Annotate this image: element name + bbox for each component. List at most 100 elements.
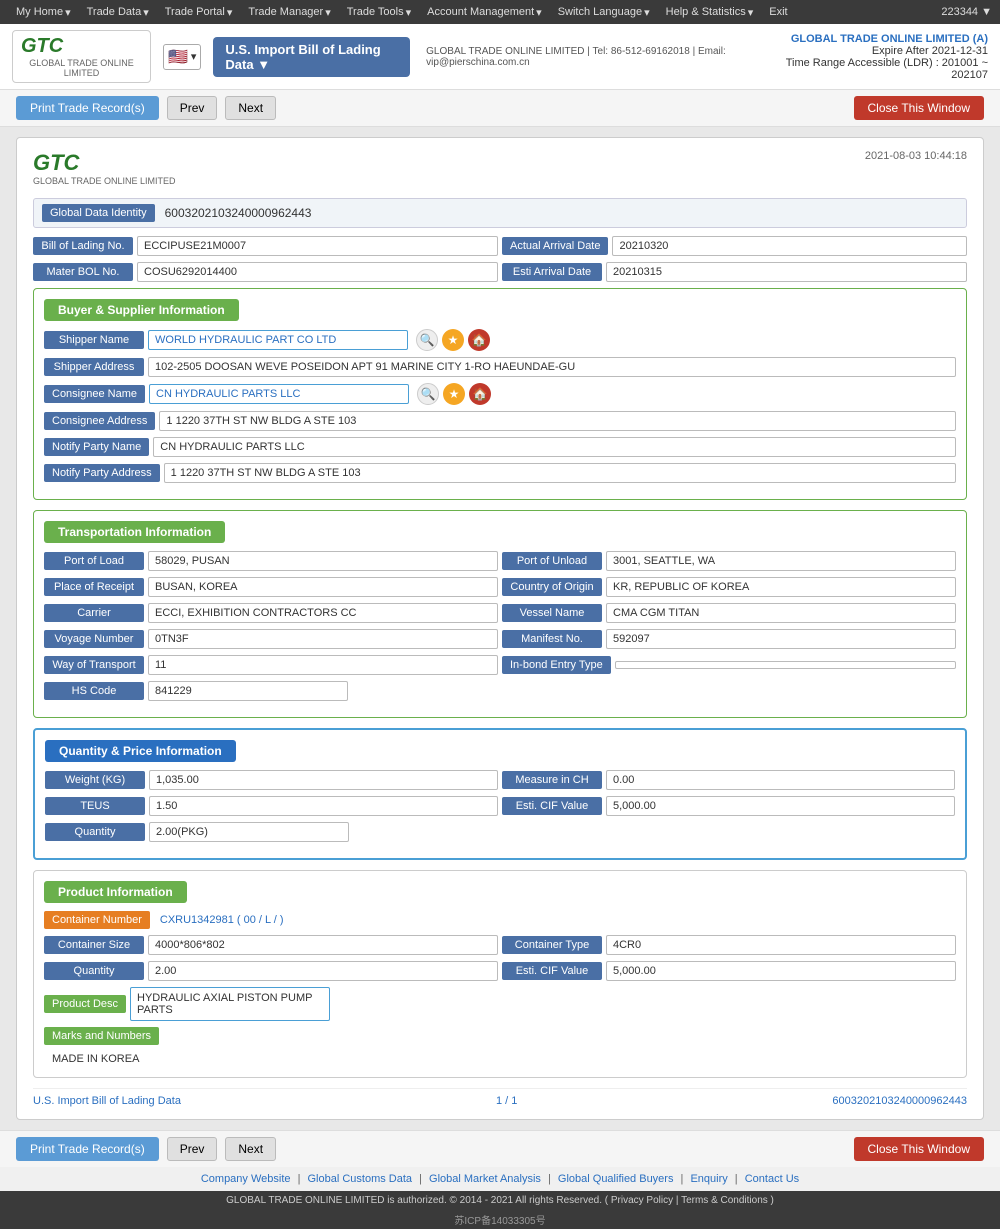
logo: GTC GLOBAL TRADE ONLINE LIMITED <box>21 35 142 78</box>
bottom-print-button[interactable]: Print Trade Record(s) <box>16 1137 159 1161</box>
quantity-price-header: Quantity & Price Information <box>45 740 955 762</box>
product-quantity-group: Quantity 2.00 <box>44 961 498 981</box>
consignee-home-icon[interactable]: 🏠 <box>469 383 491 405</box>
teus-group: TEUS 1.50 <box>45 796 498 816</box>
shipper-name-value: WORLD HYDRAULIC PART CO LTD <box>148 330 408 350</box>
transportation-header: Transportation Information <box>44 521 956 543</box>
quantity-label: Quantity <box>45 823 145 841</box>
buyer-supplier-section: Buyer & Supplier Information Shipper Nam… <box>33 288 967 500</box>
consignee-name-icons: 🔍 ★ 🏠 <box>417 383 491 405</box>
nav-trade-manager[interactable]: Trade Manager ▾ <box>240 0 338 24</box>
bottom-prev-button[interactable]: Prev <box>167 1137 218 1161</box>
prev-button[interactable]: Prev <box>167 96 218 120</box>
weight-group: Weight (KG) 1,035.00 <box>45 770 498 790</box>
nav-trade-tools[interactable]: Trade Tools ▾ <box>339 0 419 24</box>
consignee-address-value: 1 1220 37TH ST NW BLDG A STE 103 <box>159 411 956 431</box>
container-size-group: Container Size 4000*806*802 <box>44 935 498 955</box>
close-window-button[interactable]: Close This Window <box>854 96 984 120</box>
port-of-load-label: Port of Load <box>44 552 144 570</box>
shipper-address-value: 102-2505 DOOSAN WEVE POSEIDON APT 91 MAR… <box>148 357 956 377</box>
global-data-identity-value: 6003202103240000962443 <box>165 206 312 220</box>
expire-date: Expire After 2021-12-31 <box>783 45 988 57</box>
card-date: 2021-08-03 10:44:18 <box>865 150 967 162</box>
nav-account-management[interactable]: Account Management ▾ <box>419 0 550 24</box>
weight-label: Weight (KG) <box>45 771 145 789</box>
teus-value: 1.50 <box>149 796 498 816</box>
consignee-name-value: CN HYDRAULIC PARTS LLC <box>149 384 409 404</box>
bottom-toolbar: Print Trade Record(s) Prev Next Close Th… <box>0 1130 1000 1167</box>
consignee-name-label: Consignee Name <box>44 385 145 403</box>
quantity-row: Quantity 2.00(PKG) <box>45 822 955 842</box>
flag-selector[interactable]: 🇺🇸 ▾ <box>163 44 201 70</box>
teus-cif-row: TEUS 1.50 Esti. CIF Value 5,000.00 <box>45 796 955 816</box>
voyage-manifest-row: Voyage Number 0TN3F Manifest No. 592097 <box>44 629 956 649</box>
inbond-entry-value <box>615 661 956 669</box>
footer-link-global-market[interactable]: Global Market Analysis <box>429 1173 541 1185</box>
nav-switch-language[interactable]: Switch Language ▾ <box>550 0 658 24</box>
nav-trade-portal[interactable]: Trade Portal ▾ <box>157 0 241 24</box>
shipper-search-icon[interactable]: 🔍 <box>416 329 438 351</box>
marks-value: MADE IN KOREA <box>44 1051 956 1067</box>
manifest-no-value: 592097 <box>606 629 956 649</box>
container-type-label: Container Type <box>502 936 602 954</box>
nav-trade-tools-label: Trade Tools <box>347 6 404 18</box>
footer-link-global-qualified[interactable]: Global Qualified Buyers <box>558 1173 674 1185</box>
notify-party-name-row: Notify Party Name CN HYDRAULIC PARTS LLC <box>44 437 956 457</box>
data-source-dropdown[interactable]: U.S. Import Bill of Lading Data ▼ <box>213 37 410 77</box>
shipper-home-icon[interactable]: 🏠 <box>468 329 490 351</box>
flag-icon: 🇺🇸 <box>168 47 188 67</box>
product-esti-cif-label: Esti. CIF Value <box>502 962 602 980</box>
card-logo-text: GTC <box>33 150 79 176</box>
carrier-group: Carrier ECCI, EXHIBITION CONTRACTORS CC <box>44 603 498 623</box>
next-button[interactable]: Next <box>225 96 276 120</box>
hs-code-label: HS Code <box>44 682 144 700</box>
esti-arrival-value: 20210315 <box>606 262 967 282</box>
shipper-star-icon[interactable]: ★ <box>442 329 464 351</box>
top-navigation: My Home ▾ Trade Data ▾ Trade Portal ▾ Tr… <box>0 0 1000 24</box>
actual-arrival-label: Actual Arrival Date <box>502 237 608 255</box>
nav-my-home[interactable]: My Home ▾ <box>8 0 79 24</box>
nav-account-management-label: Account Management <box>427 6 534 18</box>
footer-link-global-customs[interactable]: Global Customs Data <box>308 1173 413 1185</box>
transportation-title: Transportation Information <box>44 521 225 543</box>
product-border: Product Information Container Number CXR… <box>33 870 967 1078</box>
card-footer-page-info: 1 / 1 <box>496 1095 517 1107</box>
print-button[interactable]: Print Trade Record(s) <box>16 96 159 120</box>
nav-trade-portal-chevron: ▾ <box>227 6 233 19</box>
nav-help-statistics[interactable]: Help & Statistics ▾ <box>658 0 762 24</box>
nav-trade-data[interactable]: Trade Data ▾ <box>79 0 157 24</box>
consignee-name-row: Consignee Name CN HYDRAULIC PARTS LLC 🔍 … <box>44 383 956 405</box>
actual-arrival-value: 20210320 <box>612 236 967 256</box>
container-size-value: 4000*806*802 <box>148 935 498 955</box>
product-quantity-value: 2.00 <box>148 961 498 981</box>
logo-subtitle: GLOBAL TRADE ONLINE LIMITED <box>21 58 142 78</box>
top-toolbar: Print Trade Record(s) Prev Next Close Th… <box>0 90 1000 127</box>
place-of-receipt-group: Place of Receipt BUSAN, KOREA <box>44 577 498 597</box>
product-desc-row: Product Desc HYDRAULIC AXIAL PISTON PUMP… <box>44 987 956 1021</box>
consignee-search-icon[interactable]: 🔍 <box>417 383 439 405</box>
vessel-name-label: Vessel Name <box>502 604 602 622</box>
buyer-supplier-border: Buyer & Supplier Information Shipper Nam… <box>33 288 967 500</box>
notify-party-name-label: Notify Party Name <box>44 438 149 456</box>
bottom-next-button[interactable]: Next <box>225 1137 276 1161</box>
nav-items: My Home ▾ Trade Data ▾ Trade Portal ▾ Tr… <box>8 0 941 24</box>
logo-container: GTC GLOBAL TRADE ONLINE LIMITED <box>12 30 151 83</box>
way-of-transport-group: Way of Transport 11 <box>44 655 498 675</box>
carrier-vessel-row: Carrier ECCI, EXHIBITION CONTRACTORS CC … <box>44 603 956 623</box>
measure-label: Measure in CH <box>502 771 602 789</box>
bottom-close-window-button[interactable]: Close This Window <box>854 1137 984 1161</box>
card-logo: GTC GLOBAL TRADE ONLINE LIMITED <box>33 150 176 186</box>
footer-link-enquiry[interactable]: Enquiry <box>690 1173 727 1185</box>
mater-bol-esti-row: Mater BOL No. COSU6292014400 Esti Arriva… <box>33 262 967 282</box>
card-footer-doc-type: U.S. Import Bill of Lading Data <box>33 1095 181 1107</box>
consignee-star-icon[interactable]: ★ <box>443 383 465 405</box>
quantity-value: 2.00(PKG) <box>149 822 349 842</box>
footer-link-contact[interactable]: Contact Us <box>745 1173 799 1185</box>
nav-trade-portal-label: Trade Portal <box>165 6 225 18</box>
port-of-unload-group: Port of Unload 3001, SEATTLE, WA <box>502 551 956 571</box>
container-type-group: Container Type 4CR0 <box>502 935 956 955</box>
nav-exit[interactable]: Exit <box>761 0 795 24</box>
product-header: Product Information <box>44 881 956 903</box>
bol-arrival-row: Bill of Lading No. ECCIPUSE21M0007 Actua… <box>33 236 967 256</box>
footer-link-company-website[interactable]: Company Website <box>201 1173 291 1185</box>
